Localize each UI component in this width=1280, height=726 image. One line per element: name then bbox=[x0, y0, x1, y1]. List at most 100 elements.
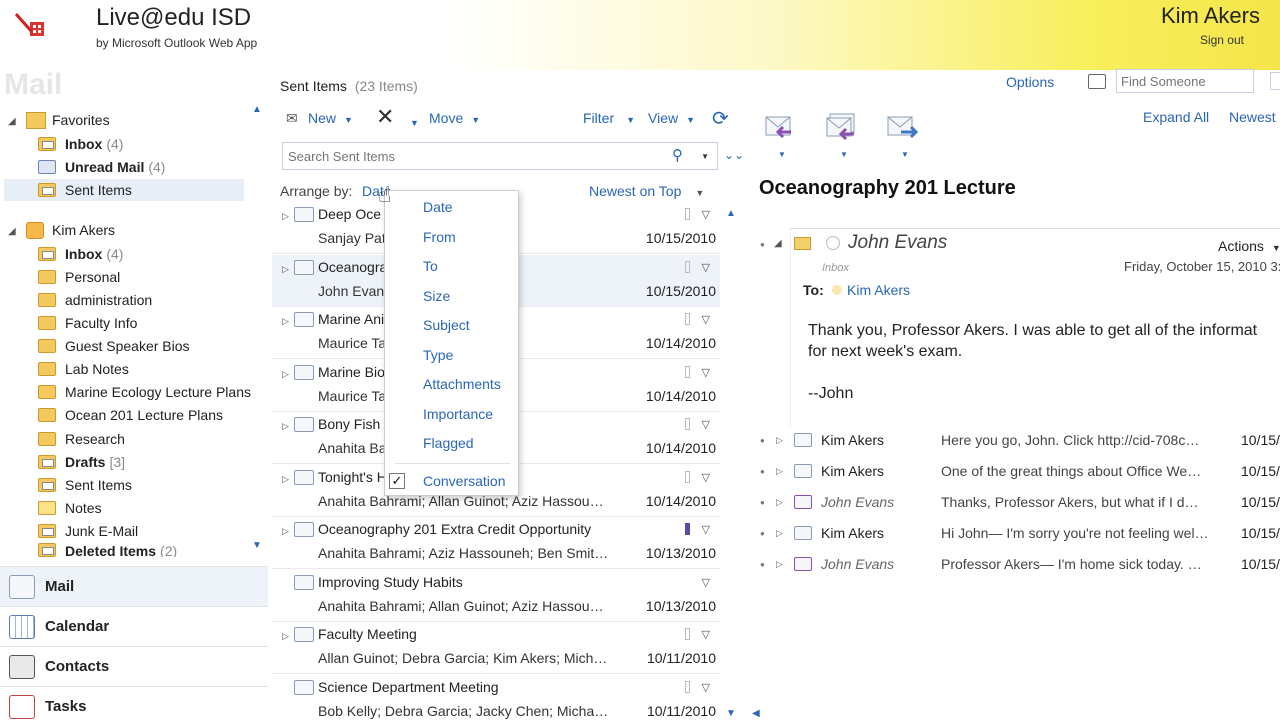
category-box[interactable] bbox=[685, 471, 690, 483]
conversation-item[interactable]: ● ▷ Kim Akers Here you go, John. Click ht… bbox=[760, 432, 1280, 463]
reply-all-icon[interactable] bbox=[826, 112, 860, 142]
sign-out-link[interactable]: Sign out bbox=[1200, 33, 1244, 47]
folder-drafts[interactable]: Drafts [3] bbox=[38, 451, 125, 473]
category-box[interactable] bbox=[685, 261, 690, 273]
flag-icon[interactable]: ▽ bbox=[702, 313, 710, 326]
menu-item-size[interactable]: Size bbox=[423, 288, 450, 304]
chevron-down-icon[interactable]: ▼ bbox=[778, 150, 786, 159]
expand-icon[interactable]: ▷ bbox=[282, 631, 289, 642]
search-input[interactable] bbox=[283, 143, 653, 169]
help-button[interactable] bbox=[1270, 72, 1280, 90]
flag-icon[interactable]: ▽ bbox=[702, 366, 710, 379]
category-box[interactable] bbox=[685, 366, 690, 378]
flag-icon[interactable]: ▽ bbox=[702, 576, 710, 589]
sort-order-dropdown[interactable]: Newest on Top ▼ bbox=[589, 183, 704, 199]
category-box[interactable] bbox=[685, 628, 690, 640]
list-scroll-down-icon[interactable]: ▼ bbox=[726, 708, 736, 719]
address-book-icon[interactable] bbox=[1088, 74, 1106, 89]
folder-faculty-info[interactable]: Faculty Info bbox=[38, 312, 137, 334]
folder-ocean-201[interactable]: Ocean 201 Lecture Plans bbox=[38, 404, 223, 426]
options-link[interactable]: Options bbox=[1006, 74, 1054, 90]
folder-research[interactable]: Research bbox=[38, 428, 125, 450]
module-tasks[interactable]: Tasks bbox=[0, 686, 268, 726]
menu-item-flagged[interactable]: Flagged bbox=[423, 435, 474, 451]
expand-icon[interactable]: ▷ bbox=[776, 466, 783, 477]
new-button[interactable]: New ▼ bbox=[308, 110, 353, 126]
delete-options-chevron-down-icon[interactable]: ▼ bbox=[410, 113, 419, 129]
category-box[interactable] bbox=[685, 418, 690, 430]
chevron-down-icon[interactable]: ▼ bbox=[471, 115, 480, 125]
menu-item-conversation[interactable]: Conversation bbox=[423, 473, 506, 489]
expand-search-icon[interactable]: ⌄⌄ bbox=[724, 148, 744, 162]
find-someone-input[interactable] bbox=[1116, 69, 1254, 93]
flag-icon[interactable]: ▽ bbox=[702, 208, 710, 221]
menu-item-to[interactable]: To bbox=[423, 258, 438, 274]
expand-icon[interactable]: ▷ bbox=[776, 559, 783, 570]
category-box[interactable] bbox=[685, 208, 690, 220]
refresh-icon[interactable]: ⟳ bbox=[712, 106, 729, 131]
folder-guest-speaker-bios[interactable]: Guest Speaker Bios bbox=[38, 335, 190, 357]
module-contacts[interactable]: Contacts bbox=[0, 646, 268, 686]
forward-icon[interactable] bbox=[887, 112, 921, 142]
folder-marine-ecology[interactable]: Marine Ecology Lecture Plans bbox=[38, 381, 251, 403]
message-row[interactable]: ▷ Faculty Meeting Allan Guinot; Debra Ga… bbox=[272, 622, 720, 674]
collapse-icon[interactable]: ◢ bbox=[774, 238, 782, 249]
folder-notes[interactable]: Notes bbox=[38, 497, 102, 519]
folder-sent-items[interactable]: Sent Items bbox=[38, 474, 132, 496]
module-mail[interactable]: Mail bbox=[0, 566, 268, 606]
conversation-item[interactable]: ● ▷ John Evans Professor Akers— I'm home … bbox=[760, 556, 1280, 587]
expand-icon[interactable]: ▷ bbox=[282, 316, 289, 327]
search-box[interactable]: ⚲ ▼ bbox=[282, 142, 718, 170]
module-calendar[interactable]: Calendar bbox=[0, 606, 268, 646]
move-button[interactable]: Move ▼ bbox=[429, 110, 480, 126]
folder-inbox[interactable]: Inbox (4) bbox=[38, 243, 123, 265]
chevron-down-icon[interactable]: ▼ bbox=[344, 115, 353, 125]
menu-item-date[interactable]: Date bbox=[423, 199, 453, 215]
menu-item-attachments[interactable]: Attachments bbox=[423, 376, 501, 392]
checkmark-icon[interactable]: ✓ bbox=[389, 473, 405, 489]
delete-icon[interactable]: ✕ bbox=[376, 104, 394, 130]
newest-sort-link[interactable]: Newest bbox=[1229, 109, 1276, 125]
expand-icon[interactable]: ▷ bbox=[282, 474, 289, 485]
filter-button[interactable]: Filter ▼ bbox=[583, 110, 635, 126]
search-icon[interactable]: ⚲ bbox=[672, 146, 683, 164]
new-mail-icon[interactable]: ✉ bbox=[286, 110, 298, 127]
chevron-down-icon[interactable]: ▼ bbox=[626, 115, 635, 125]
expand-all-link[interactable]: Expand All bbox=[1143, 109, 1209, 125]
list-scroll-up-icon[interactable]: ▲ bbox=[726, 208, 736, 219]
conversation-item[interactable]: ● ▷ Kim Akers One of the great things abo… bbox=[760, 463, 1280, 494]
folder-deleted-items[interactable]: Deleted Items (2) bbox=[38, 543, 177, 557]
reading-pane-scroll-left-icon[interactable]: ◀ bbox=[752, 708, 760, 719]
chevron-down-icon[interactable]: ▼ bbox=[701, 152, 709, 161]
flag-icon[interactable]: ▽ bbox=[702, 418, 710, 431]
expand-icon[interactable]: ▷ bbox=[282, 421, 289, 432]
folder-personal[interactable]: Personal bbox=[38, 266, 120, 288]
conversation-item[interactable]: ● ▷ John Evans Thanks, Professor Akers, b… bbox=[760, 494, 1280, 525]
category-box[interactable] bbox=[685, 681, 690, 693]
collapse-icon[interactable]: ◢ bbox=[8, 116, 16, 127]
category-box[interactable] bbox=[685, 313, 690, 325]
flag-icon[interactable]: ▽ bbox=[702, 628, 710, 641]
sender-name[interactable]: John Evans bbox=[848, 232, 947, 254]
actions-menu[interactable]: Actions ▼ bbox=[1218, 238, 1280, 254]
menu-item-subject[interactable]: Subject bbox=[423, 317, 470, 333]
collapse-icon[interactable]: ◢ bbox=[8, 226, 16, 237]
chevron-down-icon[interactable]: ▼ bbox=[901, 150, 909, 159]
reply-icon[interactable] bbox=[765, 112, 799, 142]
flag-icon[interactable]: ▽ bbox=[702, 681, 710, 694]
message-row[interactable]: Science Department Meeting Bob Kelly; De… bbox=[272, 675, 720, 720]
flag-icon[interactable]: ▽ bbox=[702, 261, 710, 274]
folder-junk-email[interactable]: Junk E-Mail bbox=[38, 520, 138, 542]
favorite-sent-items[interactable]: Sent Items bbox=[4, 179, 244, 201]
message-row[interactable]: Improving Study Habits Anahita Bahrami; … bbox=[272, 570, 720, 622]
conversation-item[interactable]: ● ▷ Kim Akers Hi John— I'm sorry you're n… bbox=[760, 525, 1280, 556]
expand-icon[interactable]: ▷ bbox=[282, 211, 289, 222]
favorite-unread-mail[interactable]: Unread Mail (4) bbox=[38, 156, 244, 178]
chevron-down-icon[interactable]: ▼ bbox=[686, 115, 695, 125]
nav-scroll-down-icon[interactable]: ▼ bbox=[252, 540, 262, 551]
expand-icon[interactable]: ▷ bbox=[282, 369, 289, 380]
expand-icon[interactable]: ▷ bbox=[282, 526, 289, 537]
folder-lab-notes[interactable]: Lab Notes bbox=[38, 358, 129, 380]
chevron-down-icon[interactable]: ▼ bbox=[840, 150, 848, 159]
expand-icon[interactable]: ▷ bbox=[776, 528, 783, 539]
